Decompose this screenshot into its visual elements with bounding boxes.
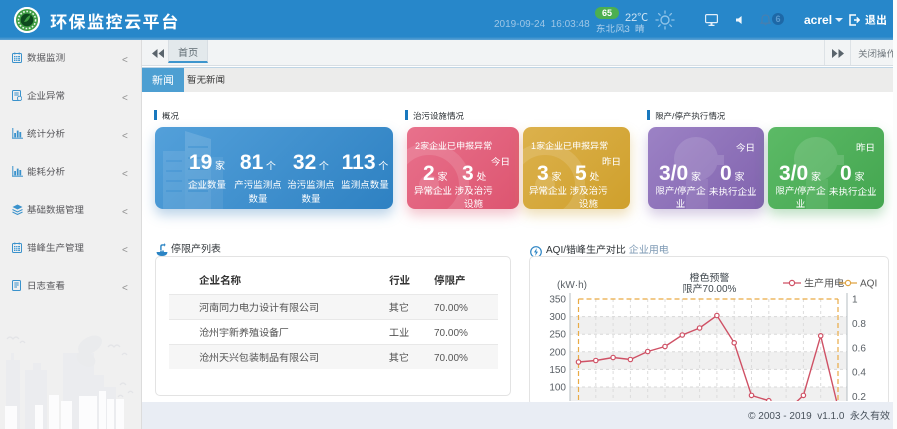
svg-text:0.6: 0.6 <box>852 339 866 354</box>
svg-text:100: 100 <box>549 379 566 394</box>
svg-text:300: 300 <box>549 308 566 323</box>
svg-text:350: 350 <box>549 291 566 306</box>
svg-text:150: 150 <box>549 361 566 376</box>
svg-text:0.8: 0.8 <box>852 315 866 330</box>
svg-text:250: 250 <box>549 326 566 341</box>
svg-text:生产用电: 生产用电 <box>804 275 844 290</box>
svg-text:1: 1 <box>852 291 858 306</box>
svg-text:AQI: AQI <box>860 275 877 290</box>
svg-text:限产70.00%: 限产70.00% <box>683 280 737 295</box>
svg-text:(kW·h): (kW·h) <box>557 276 587 291</box>
svg-text:200: 200 <box>549 343 566 358</box>
svg-text:0.4: 0.4 <box>852 364 866 379</box>
svg-text:0.2: 0.2 <box>852 388 866 401</box>
